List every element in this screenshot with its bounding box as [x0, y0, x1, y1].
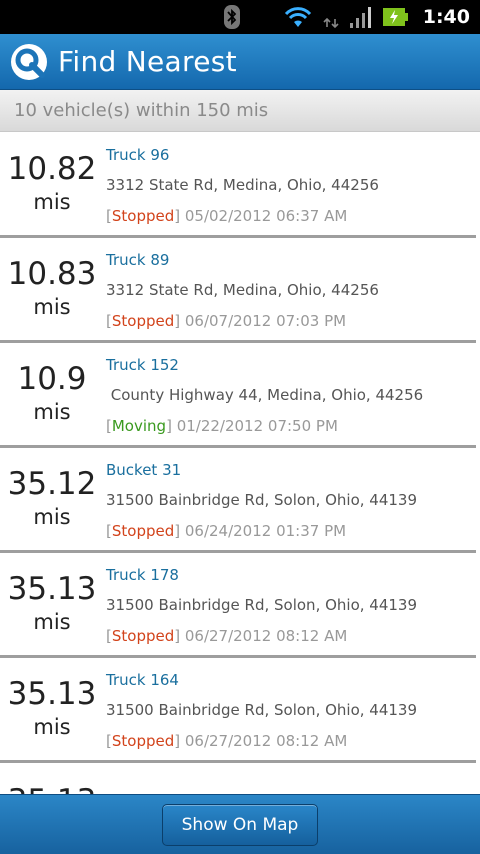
distance-value: 35.13: [7, 676, 97, 712]
vehicle-list[interactable]: 10.82 mis Truck 96 3312 State Rd, Medina…: [0, 133, 476, 794]
vehicle-name: Truck 164: [106, 671, 179, 689]
vehicle-address: 3312 State Rd, Medina, Ohio, 44256: [106, 281, 379, 299]
vehicle-status-line: [Stopped] 05/02/2012 06:37 AM: [106, 207, 348, 225]
distance-unit: mis: [33, 295, 71, 319]
distance-unit: mis: [33, 505, 71, 529]
vehicle-info: Truck 89 3312 State Rd, Medina, Ohio, 44…: [104, 238, 476, 340]
distance: 35.13 mis: [0, 553, 104, 655]
vehicle-status: Stopped: [111, 522, 175, 540]
wifi-icon: [283, 5, 313, 29]
vehicle-datetime: 06/07/2012 07:03 PM: [184, 312, 347, 330]
vehicle-address: 31500 Bainbridge Rd, Solon, Ohio, 44139: [106, 596, 418, 614]
vehicle-status-line: [Moving] 01/22/2012 07:50 PM: [106, 417, 338, 435]
data-arrows-icon: [323, 5, 339, 29]
vehicle-name: Bucket 31: [106, 461, 182, 479]
distance-unit: mis: [33, 400, 71, 424]
clock: 1:40: [422, 6, 470, 28]
distance-unit: mis: [33, 610, 71, 634]
distance: 10.9 mis: [0, 343, 104, 445]
vehicle-status-line: [Stopped] 06/24/2012 01:37 PM: [106, 522, 347, 540]
distance: 10.83 mis: [0, 238, 104, 340]
vehicle-datetime: 01/22/2012 07:50 PM: [176, 417, 338, 435]
status-bar: 1:40: [0, 0, 480, 34]
bluetooth-icon: [223, 5, 241, 29]
vehicle-row[interactable]: 10.83 mis Truck 89 3312 State Rd, Medina…: [0, 238, 476, 343]
distance-unit: mis: [33, 190, 71, 214]
vehicle-row[interactable]: 10.9 mis Truck 152 County Highway 44, Me…: [0, 343, 476, 448]
vehicle-address: 31500 Bainbridge Rd, Solon, Ohio, 44139: [106, 491, 418, 509]
vehicle-status: Stopped: [111, 627, 175, 645]
vehicle-status-line: [Stopped] 06/27/2012 08:12 AM: [106, 732, 348, 750]
distance-unit: mis: [33, 715, 71, 739]
vehicle-name: Truck 96: [106, 146, 170, 164]
vehicle-datetime: 05/02/2012 06:37 AM: [184, 207, 348, 225]
distance-value: 35.13: [7, 571, 97, 607]
show-on-map-button[interactable]: Show On Map: [162, 803, 318, 846]
vehicle-datetime: 06/27/2012 08:12 AM: [184, 627, 348, 645]
vehicle-row[interactable]: 35.13 mis Truck 164 31500 Bainbridge Rd,…: [0, 658, 476, 763]
title-bar: Find Nearest: [0, 34, 480, 90]
page-title: Find Nearest: [58, 45, 237, 78]
vehicle-address: 3312 State Rd, Medina, Ohio, 44256: [106, 176, 379, 194]
vehicle-status-line: [Stopped] 06/07/2012 07:03 PM: [106, 312, 347, 330]
vehicle-info: Truck 178 31500 Bainbridge Rd, Solon, Oh…: [104, 553, 476, 655]
vehicle-address: 31500 Bainbridge Rd, Solon, Ohio, 44139: [106, 701, 418, 719]
distance-value: 10.82: [7, 151, 97, 187]
vehicle-name: Truck 178: [106, 566, 179, 584]
distance-value: 35.12: [7, 466, 97, 502]
distance-value: 35.13: [8, 783, 97, 794]
vehicle-row[interactable]: 35.12 mis Bucket 31 31500 Bainbridge Rd,…: [0, 448, 476, 553]
distance: 35.13: [0, 763, 104, 794]
vehicle-status: Stopped: [111, 207, 175, 225]
vehicle-row-partial[interactable]: 35.13: [0, 763, 476, 794]
vehicle-info: Truck 164 31500 Bainbridge Rd, Solon, Oh…: [104, 658, 476, 760]
vehicle-info: Truck 96 3312 State Rd, Medina, Ohio, 44…: [104, 133, 476, 235]
battery-charging-icon: [382, 7, 409, 27]
vehicle-status-line: [Stopped] 06/27/2012 08:12 AM: [106, 627, 348, 645]
distance: 35.13 mis: [0, 658, 104, 760]
distance: 10.82 mis: [0, 133, 104, 235]
results-summary: 10 vehicle(s) within 150 mis: [0, 90, 480, 132]
vehicle-status: Stopped: [111, 732, 175, 750]
scrollbar-track: [476, 133, 480, 794]
distance-value: 10.9: [17, 361, 87, 397]
vehicle-status: Stopped: [111, 312, 175, 330]
distance-value: 10.83: [7, 256, 97, 292]
bottom-bar: Show On Map: [0, 794, 480, 854]
vehicle-row[interactable]: 10.82 mis Truck 96 3312 State Rd, Medina…: [0, 133, 476, 238]
vehicle-address: County Highway 44, Medina, Ohio, 44256: [106, 386, 424, 404]
vehicle-row[interactable]: 35.13 mis Truck 178 31500 Bainbridge Rd,…: [0, 553, 476, 658]
vehicle-status: Moving: [111, 417, 167, 435]
vehicle-name: Truck 89: [106, 251, 170, 269]
vehicle-info: Truck 152 County Highway 44, Medina, Ohi…: [104, 343, 476, 445]
search-logo-icon: [10, 43, 48, 81]
distance: 35.12 mis: [0, 448, 104, 550]
vehicle-name: Truck 152: [106, 356, 179, 374]
vehicle-datetime: 06/27/2012 08:12 AM: [184, 732, 348, 750]
signal-icon: [349, 5, 373, 29]
vehicle-info: Bucket 31 31500 Bainbridge Rd, Solon, Oh…: [104, 448, 476, 550]
vehicle-datetime: 06/24/2012 01:37 PM: [184, 522, 347, 540]
